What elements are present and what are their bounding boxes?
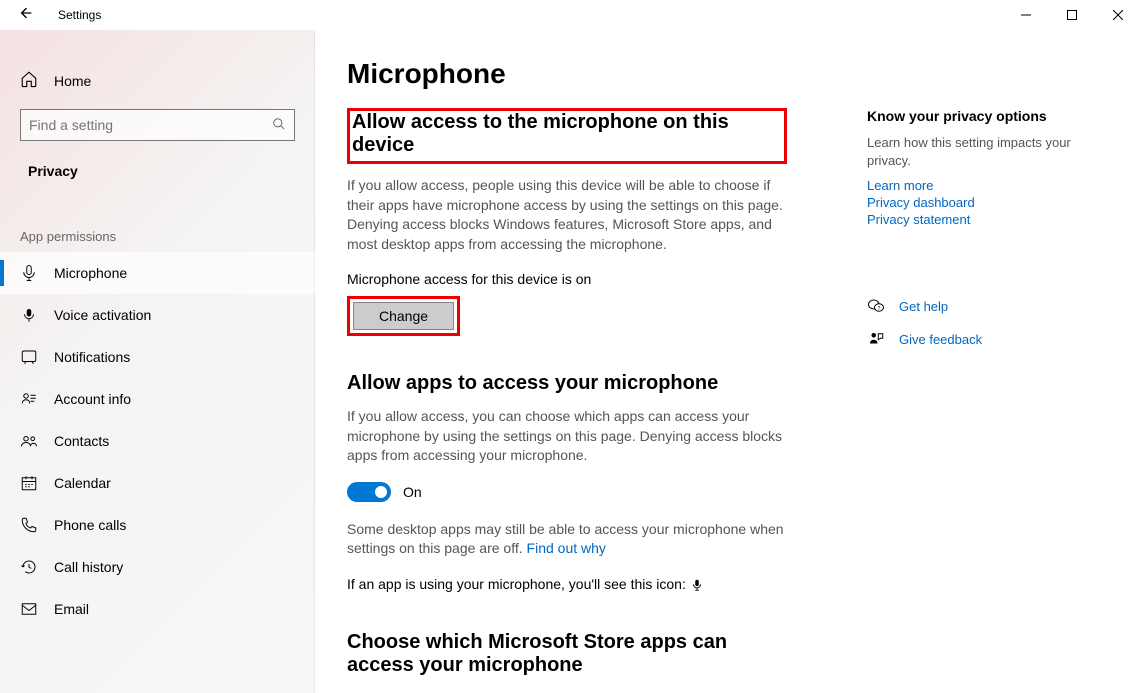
account-icon [20,390,38,408]
sidebar-item-account-info[interactable]: Account info [0,378,315,420]
search-box[interactable] [20,109,295,141]
side-description: Learn how this setting impacts your priv… [867,134,1107,170]
sidebar-item-email[interactable]: Email [0,588,315,630]
section-heading-app-access: Allow apps to access your microphone [347,372,787,395]
window-title: Settings [58,8,101,22]
notifications-icon [20,348,38,366]
sidebar-item-label: Notifications [54,349,130,365]
section-description: If you allow access, you can choose whic… [347,407,787,466]
sidebar-home[interactable]: Home [0,64,315,97]
toggle-app-access[interactable] [347,482,391,502]
microphone-icon [690,578,704,592]
sidebar-item-label: Voice activation [54,307,151,323]
sidebar-section: Privacy [0,141,315,179]
section-description: If you allow access, people using this d… [347,176,787,254]
learn-more-link[interactable]: Learn more [867,178,1107,193]
section-heading-store-apps: Choose which Microsoft Store apps can ac… [347,631,787,677]
svg-text:?: ? [878,306,881,312]
sidebar-item-label: Call history [54,559,123,575]
titlebar: Settings [0,0,1141,30]
sidebar-item-microphone[interactable]: Microphone [0,252,315,294]
privacy-dashboard-link[interactable]: Privacy dashboard [867,195,1107,210]
sidebar-item-label: Contacts [54,433,109,449]
section-heading-device-access: Allow access to the microphone on this d… [347,108,787,164]
home-icon [20,70,38,91]
calendar-icon [20,474,38,492]
change-button[interactable]: Change [353,302,454,330]
side-panel: Know your privacy options Learn how this… [867,58,1107,693]
toggle-label: On [403,484,422,500]
main-content: Microphone Allow access to the microphon… [315,30,1141,693]
sidebar-item-label: Account info [54,391,131,407]
sidebar-item-contacts[interactable]: Contacts [0,420,315,462]
privacy-statement-link[interactable]: Privacy statement [867,212,1107,227]
email-icon [20,600,38,618]
minimize-button[interactable] [1003,0,1049,30]
close-button[interactable] [1095,0,1141,30]
get-help-link[interactable]: ? Get help [867,297,1107,318]
search-icon [272,117,286,134]
contacts-icon [20,432,38,450]
sidebar-item-label: Microphone [54,265,127,281]
give-feedback-link[interactable]: Give feedback [867,330,1107,351]
back-button[interactable] [18,5,48,26]
access-status: Microphone access for this device is on [347,270,787,290]
sidebar-group: App permissions [0,179,315,252]
history-icon [20,558,38,576]
search-input[interactable] [29,117,272,133]
sidebar-item-notifications[interactable]: Notifications [0,336,315,378]
sidebar-item-phone-calls[interactable]: Phone calls [0,504,315,546]
sidebar-item-label: Calendar [54,475,111,491]
sidebar-home-label: Home [54,73,91,89]
feedback-icon [867,330,885,351]
sidebar-item-voice-activation[interactable]: Voice activation [0,294,315,336]
sidebar-item-label: Email [54,601,89,617]
phone-icon [20,516,38,534]
mic-in-use-note: If an app is using your microphone, you'… [347,575,787,595]
sidebar: Home Privacy App permissions Microphone … [0,30,315,693]
page-title: Microphone [347,58,787,90]
desktop-apps-note: Some desktop apps may still be able to a… [347,520,787,559]
find-out-why-link[interactable]: Find out why [527,540,606,556]
maximize-button[interactable] [1049,0,1095,30]
sidebar-item-label: Phone calls [54,517,126,533]
side-heading: Know your privacy options [867,108,1107,124]
help-icon: ? [867,297,885,318]
sidebar-item-calendar[interactable]: Calendar [0,462,315,504]
sidebar-item-call-history[interactable]: Call history [0,546,315,588]
voice-icon [20,306,38,324]
microphone-icon [20,264,38,282]
